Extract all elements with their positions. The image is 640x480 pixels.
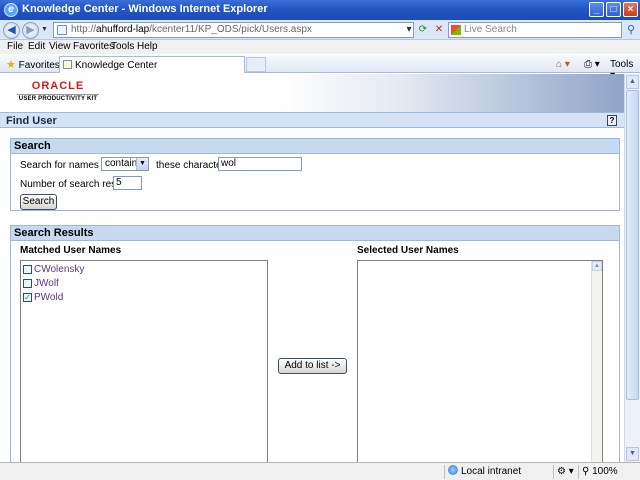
menu-bar: File Edit View Favorites Tools Help <box>0 40 640 54</box>
matched-users-list[interactable]: CWolensky JWolf ✓ PWold <box>20 260 268 462</box>
ie-logo-icon: e <box>4 3 18 17</box>
maximize-button[interactable]: □ <box>606 2 621 17</box>
user-name: CWolensky <box>34 264 85 275</box>
address-dropdown-icon[interactable]: ▾ <box>402 22 416 38</box>
menu-help[interactable]: Help <box>137 41 158 52</box>
scroll-down-icon[interactable]: ▼ <box>626 447 639 461</box>
find-user-bar: Find User ? <box>0 112 624 128</box>
window-title: Knowledge Center - Windows Internet Expl… <box>22 3 268 15</box>
favorites-bar: ★ Favorites Knowledge Center ⌂ ▾ ⎙ ▾ Too… <box>0 55 640 81</box>
url-path: /kcenter11/KP_ODS/pick/Users.aspx <box>149 24 312 35</box>
zoom-value: 100% <box>592 466 618 477</box>
list-scrollbar[interactable]: ▲ <box>591 261 602 462</box>
search-section: Search Search for names that contain ▼ t… <box>10 138 620 211</box>
add-to-list-button[interactable]: Add to list -> <box>278 358 347 374</box>
favorites-button[interactable]: ★ Favorites <box>6 58 60 71</box>
menu-tools[interactable]: Tools <box>111 41 134 52</box>
live-search-field[interactable]: Live Search <box>448 22 622 38</box>
results-section: Search Results Matched User Names Select… <box>10 225 620 462</box>
result-count-input[interactable]: 5 <box>113 176 142 190</box>
zone-label: Local intranet <box>461 466 522 477</box>
forward-icon[interactable]: ▶ <box>22 22 39 39</box>
scrollbar-thumb[interactable] <box>626 90 639 400</box>
menu-favorites[interactable]: Favorites <box>73 41 114 52</box>
help-icon[interactable]: ? <box>607 115 617 126</box>
address-toolbar: ◀ ▶ ▼ http://ahufford-lap/kcenter11/KP_O… <box>0 20 640 40</box>
page-scrollbar[interactable]: ▲ ▼ <box>624 74 640 462</box>
minimize-button[interactable]: _ <box>589 2 604 17</box>
menu-file[interactable]: File <box>7 41 23 52</box>
search-heading: Search <box>11 139 619 154</box>
scroll-up-icon[interactable]: ▲ <box>592 261 602 271</box>
live-search-placeholder: Live Search <box>464 24 517 35</box>
user-checkbox[interactable] <box>23 279 32 288</box>
chevron-down-icon: ▼ <box>136 158 148 170</box>
tab-label: Knowledge Center <box>75 60 158 71</box>
print-icon[interactable]: ⎙ ▾ <box>584 59 600 70</box>
logo-brand: ORACLE <box>31 80 85 92</box>
close-window-button[interactable]: × <box>623 2 638 17</box>
operator-select[interactable]: contain ▼ <box>101 157 149 171</box>
user-name: JWolf <box>34 278 59 289</box>
page-content: ORACLE USER PRODUCTIVITY KIT Find User ?… <box>0 74 624 462</box>
search-button[interactable]: Search <box>20 194 57 210</box>
live-search-icon <box>451 25 461 35</box>
status-bar: Local intranet ⚙ ▾ ⚲ 100% ▾ <box>0 462 640 480</box>
intranet-icon <box>448 465 458 475</box>
protected-mode-icon[interactable]: ⚙ ▾ <box>553 465 577 479</box>
operator-value: contain <box>105 158 138 169</box>
user-checkbox[interactable]: ✓ <box>23 293 32 302</box>
scroll-up-icon[interactable]: ▲ <box>626 75 639 89</box>
tab-page-icon <box>63 60 72 69</box>
oracle-header: ORACLE USER PRODUCTIVITY KIT <box>0 74 624 112</box>
user-name: PWold <box>34 292 64 303</box>
user-checkbox[interactable] <box>23 265 32 274</box>
refresh-icon[interactable]: ⟳ <box>416 22 430 38</box>
new-tab-button[interactable] <box>246 57 266 72</box>
menu-view[interactable]: View <box>49 41 71 52</box>
selected-heading: Selected User Names <box>357 245 459 256</box>
oracle-logo: ORACLE USER PRODUCTIVITY KIT <box>17 81 99 102</box>
tab-knowledge-center[interactable]: Knowledge Center <box>59 56 245 73</box>
logo-product: USER PRODUCTIVITY KIT <box>17 94 99 102</box>
zone-indicator[interactable]: Local intranet <box>444 465 552 479</box>
results-heading: Search Results <box>11 226 619 241</box>
url-host: ahufford-lap <box>96 24 150 35</box>
title-bar: e Knowledge Center - Windows Internet Ex… <box>0 0 640 20</box>
page-icon <box>57 25 67 35</box>
recent-pages-dropdown[interactable]: ▼ <box>41 26 48 33</box>
url-prefix: http:// <box>71 24 97 35</box>
zoom-control[interactable]: ⚲ 100% ▾ <box>578 465 622 480</box>
address-field[interactable]: http://ahufford-lap/kcenter11/KP_ODS/pic… <box>53 22 414 38</box>
star-icon: ★ <box>6 59 16 71</box>
back-icon[interactable]: ◀ <box>3 22 20 39</box>
stop-icon[interactable]: ✕ <box>432 22 446 38</box>
tools-label: Tools <box>610 59 634 70</box>
favorites-label: Favorites <box>18 60 60 71</box>
page-title: Find User <box>6 115 57 127</box>
matched-heading: Matched User Names <box>20 245 122 256</box>
selected-users-list[interactable]: ▲ <box>357 260 603 462</box>
menu-edit[interactable]: Edit <box>28 41 45 52</box>
search-icon[interactable]: ⚲ <box>624 23 638 37</box>
home-icon[interactable]: ⌂ ▾ <box>556 59 570 70</box>
search-query-input[interactable]: wol <box>218 157 302 171</box>
